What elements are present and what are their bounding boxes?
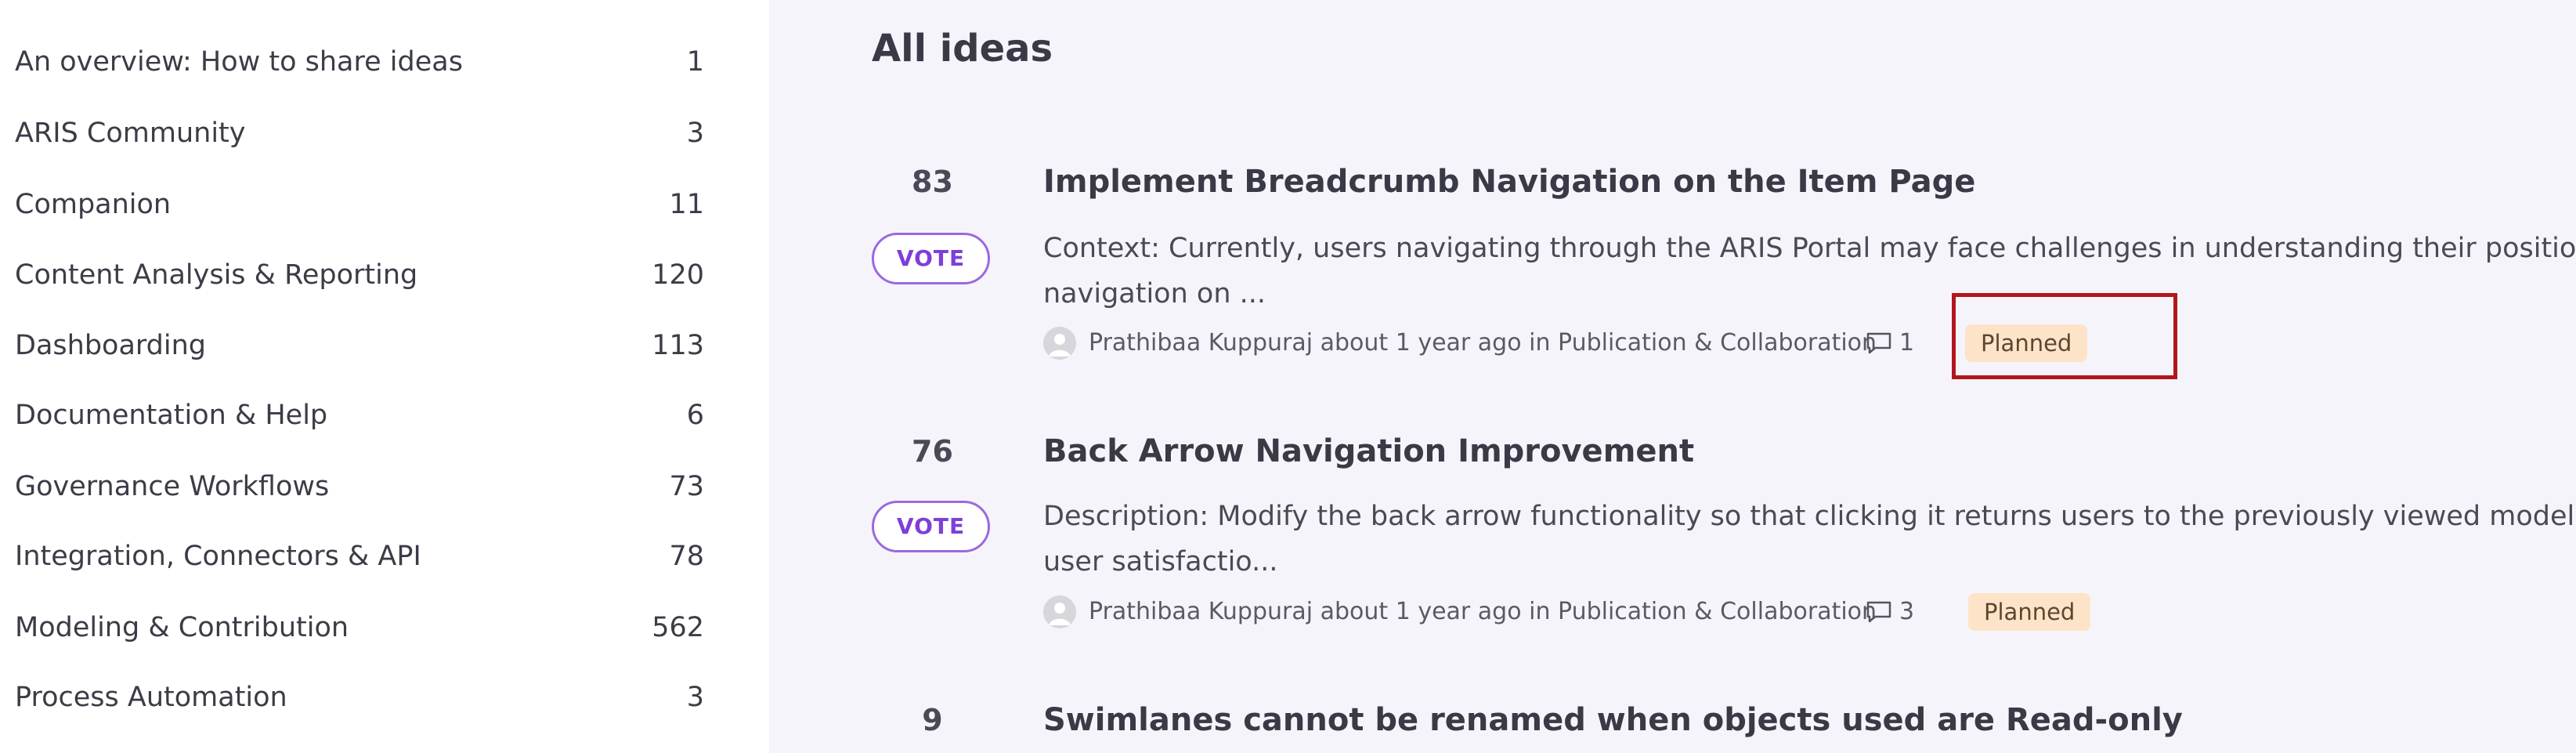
idea-description: Context: Currently, users navigating thr… <box>1043 226 2576 317</box>
sidebar-item-dashboarding[interactable]: Dashboarding 113 <box>15 321 704 370</box>
ideas-main: All ideas 83 VOTE Implement Breadcrumb N… <box>769 0 2576 753</box>
sidebar-item-an-overview[interactable]: An overview: How to share ideas 1 <box>15 38 704 86</box>
sidebar-item-label: Content Analysis & Reporting <box>15 259 418 291</box>
sidebar-item-aris-community[interactable]: ARIS Community 3 <box>15 109 704 157</box>
sidebar-item-label: Companion <box>15 189 172 220</box>
sidebar-item-label: Governance Workflows <box>15 471 330 502</box>
sidebar-item-count: 113 <box>652 330 704 361</box>
sidebar-item-label: ARIS Community <box>15 118 246 149</box>
sidebar-item-content-analysis[interactable]: Content Analysis & Reporting 120 <box>15 251 704 299</box>
sidebar-item-count: 78 <box>669 541 704 572</box>
sidebar-item-label: Modeling & Contribution <box>15 612 349 643</box>
idea-title[interactable]: Back Arrow Navigation Improvement <box>1043 433 1694 469</box>
idea-title[interactable]: Swimlanes cannot be renamed when objects… <box>1043 702 2183 738</box>
vote-count: 9 <box>922 703 943 737</box>
sidebar-item-count: 562 <box>652 612 704 643</box>
sidebar-item-count: 3 <box>686 118 704 149</box>
idea-meta-text: Prathibaa Kuppuraj about 1 year ago in P… <box>1089 598 1877 625</box>
sidebar-item-label: An overview: How to share ideas <box>15 46 463 78</box>
comment-icon[interactable] <box>1866 331 1892 361</box>
sidebar-item-companion[interactable]: Companion 11 <box>15 180 704 229</box>
user-avatar-icon <box>1043 327 1076 360</box>
status-badge: Planned <box>1965 324 2088 362</box>
comment-icon[interactable] <box>1866 600 1892 630</box>
page-title: All ideas <box>872 27 1053 71</box>
sidebar-item-label: Documentation & Help <box>15 400 328 431</box>
vote-button[interactable]: VOTE <box>872 501 990 552</box>
sidebar-item-count: 73 <box>669 471 704 502</box>
sidebar-item-documentation[interactable]: Documentation & Help 6 <box>15 391 704 440</box>
idea-description: Description: Modify the back arrow funct… <box>1043 494 2576 585</box>
idea-description-line: user satisfactio... <box>1043 546 1278 577</box>
vote-count: 76 <box>912 434 953 469</box>
idea-description-line: Description: Modify the back arrow funct… <box>1043 501 2575 532</box>
sidebar-item-governance[interactable]: Governance Workflows 73 <box>15 462 704 511</box>
ideas-page: An overview: How to share ideas 1 ARIS C… <box>0 0 2576 753</box>
sidebar-item-label: Process Automation <box>15 682 287 713</box>
comment-count: 1 <box>1899 329 1915 357</box>
comment-count: 3 <box>1899 598 1915 625</box>
sidebar-item-label: Dashboarding <box>15 330 207 361</box>
user-avatar-icon <box>1043 596 1076 628</box>
sidebar-item-label: Integration, Connectors & API <box>15 541 421 572</box>
sidebar-item-count: 6 <box>686 400 704 431</box>
sidebar-item-modeling[interactable]: Modeling & Contribution 562 <box>15 603 704 652</box>
idea-description-line: navigation on ... <box>1043 278 1266 310</box>
status-badge: Planned <box>1968 593 2091 631</box>
sidebar-item-count: 120 <box>652 259 704 291</box>
sidebar-item-count: 11 <box>669 189 704 220</box>
sidebar-item-integration[interactable]: Integration, Connectors & API 78 <box>15 532 704 581</box>
vote-count: 83 <box>912 165 953 199</box>
idea-title[interactable]: Implement Breadcrumb Navigation on the I… <box>1043 164 1975 200</box>
idea-meta-text: Prathibaa Kuppuraj about 1 year ago in P… <box>1089 329 1877 357</box>
sidebar-item-count: 1 <box>686 46 704 78</box>
vote-button[interactable]: VOTE <box>872 233 990 284</box>
sidebar-item-count: 3 <box>686 682 704 713</box>
sidebar-item-process-automation[interactable]: Process Automation 3 <box>15 673 704 722</box>
category-sidebar: An overview: How to share ideas 1 ARIS C… <box>0 0 769 753</box>
idea-description-line: Context: Currently, users navigating thr… <box>1043 233 2576 264</box>
